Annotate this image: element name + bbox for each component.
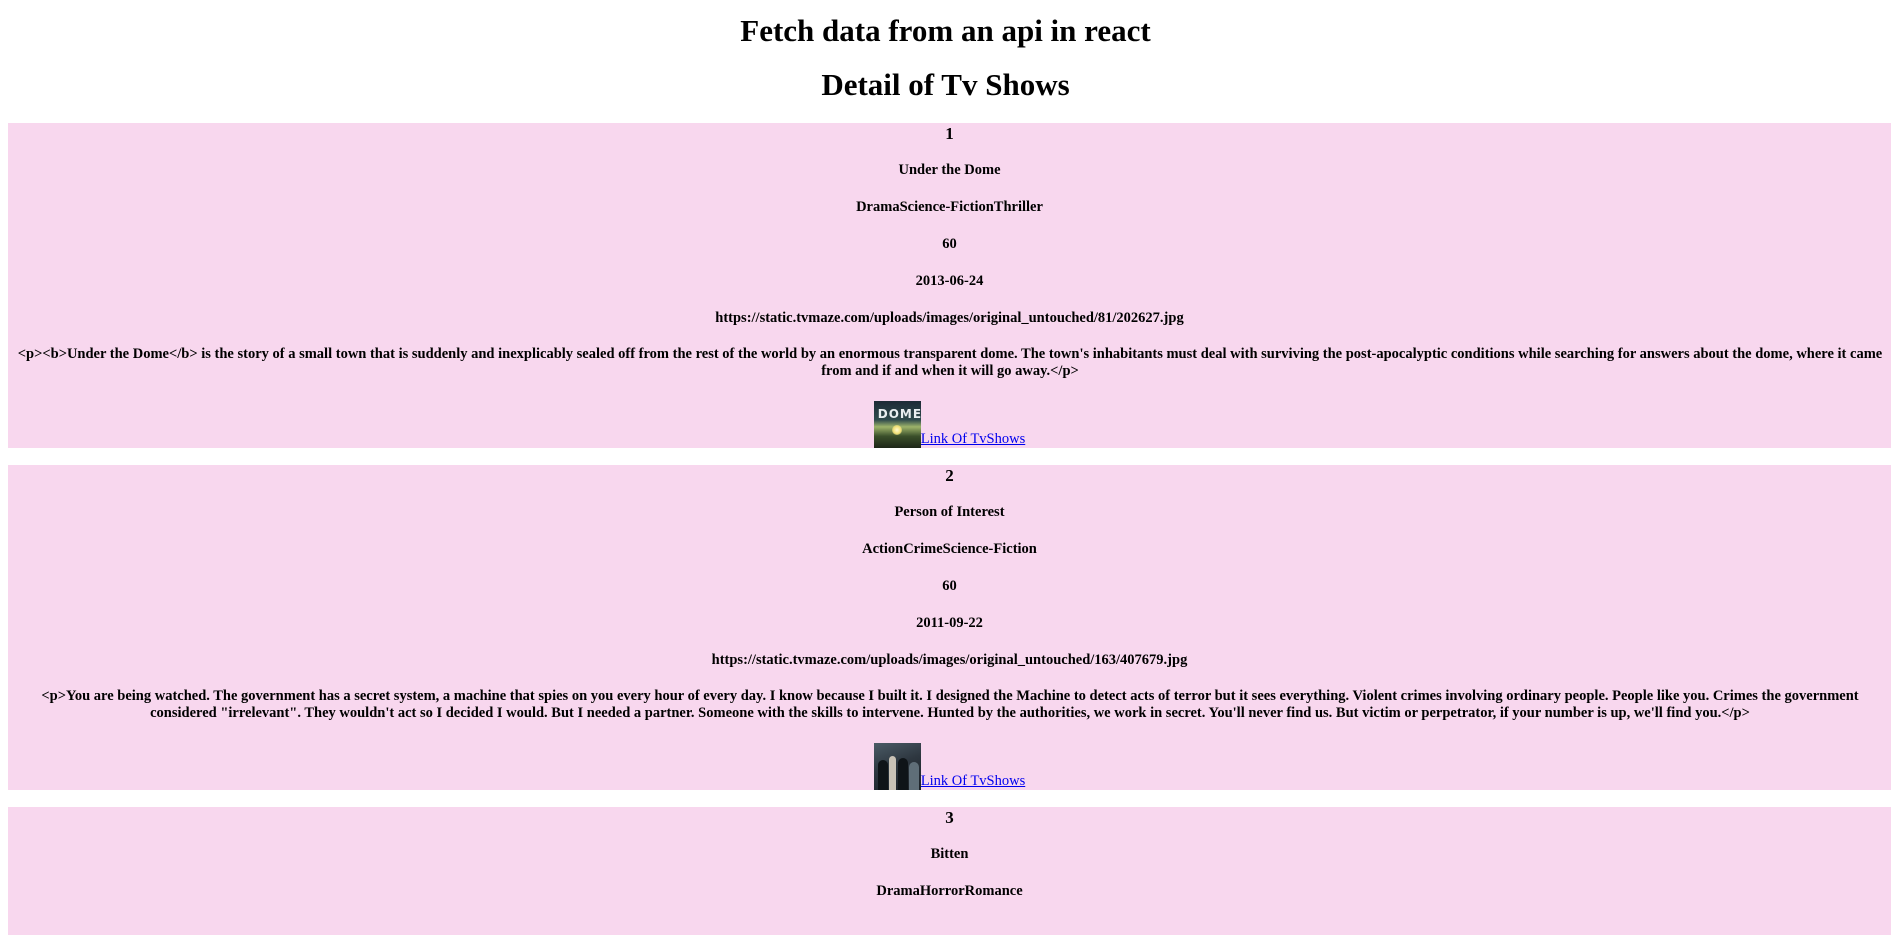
show-image-url: https://static.tvmaze.com/uploads/images… bbox=[715, 310, 1184, 326]
show-premiered: 2011-09-22 bbox=[916, 615, 983, 631]
show-link[interactable]: Link Of TvShows bbox=[921, 431, 1025, 448]
page: Fetch data from an api in react Detail o… bbox=[0, 0, 1891, 935]
show-card: 2 Person of Interest ActionCrimeScience-… bbox=[8, 465, 1891, 790]
show-summary: <p><b>Under the Dome</b> is the story of… bbox=[17, 346, 1883, 379]
show-name: Under the Dome bbox=[898, 162, 1001, 178]
show-footer: DOME Link Of TvShows bbox=[8, 399, 1891, 448]
show-link[interactable]: Link Of TvShows bbox=[921, 773, 1025, 790]
show-premiered: 2013-06-24 bbox=[915, 273, 984, 289]
thumbnail-logo-text: DOME bbox=[877, 407, 921, 421]
show-genres: ActionCrimeScience-Fiction bbox=[862, 541, 1037, 557]
show-genres: DramaScience-FictionThriller bbox=[856, 199, 1043, 215]
show-runtime: 60 bbox=[942, 236, 957, 252]
show-id: 2 bbox=[945, 466, 954, 485]
thumbnail-sun-glow bbox=[891, 425, 902, 435]
show-id: 3 bbox=[945, 808, 954, 827]
show-id: 1 bbox=[945, 124, 954, 143]
show-card: 1 Under the Dome DramaScience-FictionThr… bbox=[8, 123, 1891, 448]
show-summary: <p>You are being watched. The government… bbox=[41, 688, 1859, 721]
show-image-url: https://static.tvmaze.com/uploads/images… bbox=[711, 652, 1188, 668]
show-genres: DramaHorrorRomance bbox=[876, 883, 1023, 899]
show-runtime: 60 bbox=[942, 578, 957, 594]
page-subtitle: Detail of Tv Shows bbox=[821, 67, 1070, 102]
show-runtime bbox=[8, 920, 1891, 935]
page-title: Fetch data from an api in react bbox=[740, 13, 1151, 48]
show-footer: Link Of TvShows bbox=[8, 741, 1891, 790]
show-card: 3 Bitten DramaHorrorRomance bbox=[8, 807, 1891, 935]
show-name: Person of Interest bbox=[894, 504, 1005, 520]
show-name: Bitten bbox=[930, 846, 969, 862]
show-thumbnail-image bbox=[873, 743, 921, 790]
show-thumbnail-image: DOME bbox=[873, 401, 921, 448]
shows-list: 1 Under the Dome DramaScience-FictionThr… bbox=[8, 123, 1891, 935]
